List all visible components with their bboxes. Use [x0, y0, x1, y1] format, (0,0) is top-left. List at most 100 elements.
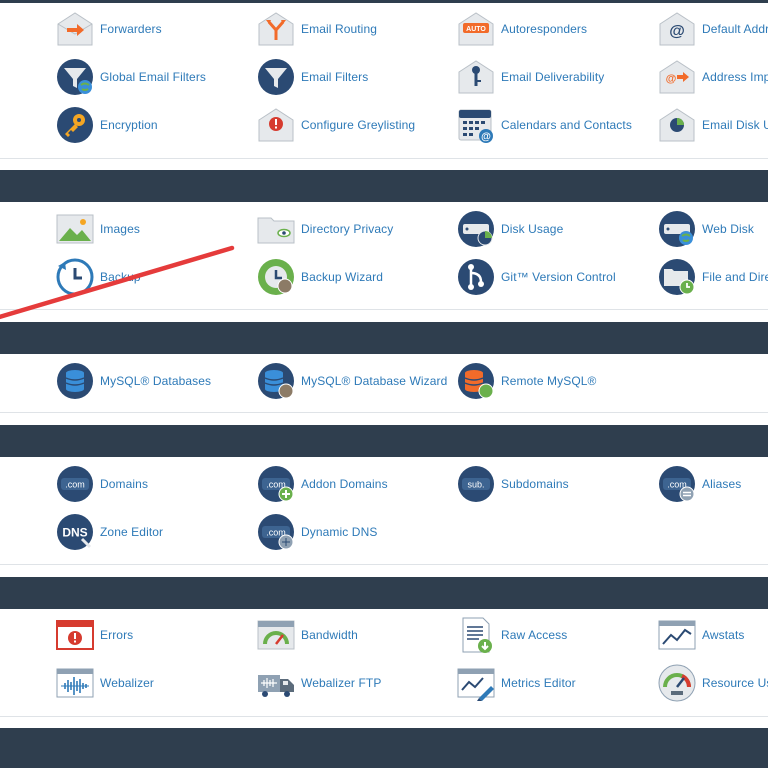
forwarders-label: Forwarders — [100, 22, 162, 36]
database-icon — [57, 363, 93, 399]
disk-usage-link[interactable]: Disk Usage — [457, 209, 563, 249]
errors-link[interactable]: Errors — [56, 615, 133, 655]
webalizer-link[interactable]: Webalizer — [56, 663, 154, 703]
remote-mysql-label: Remote MySQL® — [501, 374, 597, 388]
forwarders-link[interactable]: Forwarders — [56, 9, 162, 49]
disk-usage-icon — [458, 211, 494, 247]
address-importer-link[interactable]: @ Address Imp — [658, 57, 768, 97]
dns-icon: DNS — [57, 514, 93, 550]
section-header-domains[interactable] — [0, 425, 768, 457]
awstats-link[interactable]: Awstats — [658, 615, 745, 655]
errors-label: Errors — [100, 628, 134, 642]
resource-usage-icon — [658, 664, 696, 702]
mysql-databases-link[interactable]: MySQL® Databases — [56, 361, 211, 401]
autoresponders-link[interactable]: AUTO Autoresponders — [457, 9, 587, 49]
svg-text:@: @ — [481, 132, 491, 143]
image-icon — [56, 214, 94, 244]
dynamic-dns-link[interactable]: .com Dynamic DNS — [257, 512, 377, 552]
folder-eye-icon — [257, 217, 295, 244]
calendars-contacts-link[interactable]: @ Calendars and Contacts — [457, 105, 632, 145]
email-deliverability-label: Email Deliverability — [501, 70, 605, 84]
mysql-database-wizard-label: MySQL® Database Wizard — [301, 374, 448, 388]
default-address-link[interactable]: @ Default Addr — [658, 9, 768, 49]
file-directory-restoration-label: File and Dire — [702, 270, 768, 284]
domains-link[interactable]: .com Domains — [56, 464, 148, 504]
raw-access-icon — [462, 617, 492, 653]
bandwidth-label: Bandwidth — [301, 628, 358, 642]
subdomain-icon: sub. — [458, 466, 494, 502]
global-email-filters-link[interactable]: Global Email Filters — [56, 57, 206, 97]
addon-domains-link[interactable]: .com Addon Domains — [257, 464, 388, 504]
svg-text:@: @ — [666, 73, 677, 85]
domain-icon: .com — [57, 466, 93, 502]
mysql-database-wizard-link[interactable]: MySQL® Database Wizard — [257, 361, 447, 401]
backup-wizard-link[interactable]: Backup Wizard — [257, 257, 383, 297]
email-disk-usage-link[interactable]: Email Disk Us — [658, 105, 768, 145]
envelope-import-icon: @ — [659, 60, 695, 94]
email-routing-label: Email Routing — [301, 22, 378, 36]
domains-label: Domains — [100, 477, 149, 491]
autoresponders-label: Autoresponders — [501, 22, 588, 36]
envelope-key-icon — [458, 60, 494, 94]
encryption-link[interactable]: Encryption — [56, 105, 158, 145]
domain-badge: .com — [65, 480, 85, 490]
webalizer-ftp-link[interactable]: Webalizer FTP — [257, 663, 381, 703]
envelope-alert-icon — [258, 108, 294, 142]
remote-database-icon — [458, 363, 494, 399]
images-link[interactable]: Images — [56, 209, 140, 249]
encryption-label: Encryption — [100, 118, 158, 132]
zone-editor-link[interactable]: DNS Zone Editor — [56, 512, 163, 552]
git-version-control-link[interactable]: Git™ Version Control — [457, 257, 616, 297]
dns-badge: DNS — [62, 526, 87, 540]
addon-domains-label: Addon Domains — [301, 477, 388, 491]
bandwidth-link[interactable]: Bandwidth — [257, 615, 358, 655]
git-icon — [458, 259, 494, 295]
email-deliverability-link[interactable]: Email Deliverability — [457, 57, 604, 97]
email-filters-label: Email Filters — [301, 70, 369, 84]
envelope-routing-icon — [258, 12, 294, 46]
default-address-label: Default Addr — [702, 22, 768, 36]
raw-access-link[interactable]: Raw Access — [457, 615, 567, 655]
email-filters-link[interactable]: Email Filters — [257, 57, 368, 97]
subdomains-label: Subdomains — [501, 477, 569, 491]
backup-label: Backup — [100, 270, 141, 284]
directory-privacy-label: Directory Privacy — [301, 222, 394, 236]
aliases-label: Aliases — [702, 477, 742, 491]
database-wizard-icon — [258, 363, 294, 399]
global-filter-icon — [57, 59, 93, 95]
section-header-databases[interactable] — [0, 322, 768, 354]
file-directory-restoration-link[interactable]: File and Dire — [658, 257, 768, 297]
backup-icon — [56, 258, 94, 296]
envelope-auto-icon: AUTO — [458, 12, 494, 46]
mysql-databases-label: MySQL® Databases — [100, 374, 212, 388]
awstats-icon — [658, 620, 696, 650]
section-header-metrics[interactable] — [0, 577, 768, 609]
address-importer-label: Address Imp — [702, 70, 768, 84]
webalizer-label: Webalizer — [100, 676, 155, 690]
key-icon — [57, 107, 93, 143]
subdomains-link[interactable]: sub. Subdomains — [457, 464, 569, 504]
resource-usage-label: Resource Us — [702, 676, 768, 690]
web-disk-label: Web Disk — [702, 222, 754, 236]
metrics-editor-icon — [457, 668, 495, 701]
backup-link[interactable]: Backup — [56, 257, 141, 297]
web-disk-link[interactable]: Web Disk — [658, 209, 754, 249]
envelope-forward-icon — [57, 12, 93, 46]
remote-mysql-link[interactable]: Remote MySQL® — [457, 361, 597, 401]
awstats-label: Awstats — [702, 628, 745, 642]
resource-usage-link[interactable]: Resource Us — [658, 663, 768, 703]
directory-privacy-link[interactable]: Directory Privacy — [257, 209, 393, 249]
alias-icon: .com — [659, 466, 695, 502]
calendar-icon: @ — [458, 109, 493, 143]
section-header-security[interactable] — [0, 728, 768, 768]
configure-greylisting-label: Configure Greylisting — [301, 118, 416, 132]
raw-access-label: Raw Access — [501, 628, 568, 642]
section-header-files[interactable] — [0, 170, 768, 202]
metrics-editor-link[interactable]: Metrics Editor — [457, 663, 576, 703]
svg-text:AUTO: AUTO — [466, 26, 486, 33]
subdomain-badge: sub. — [467, 480, 484, 490]
configure-greylisting-link[interactable]: Configure Greylisting — [257, 105, 415, 145]
email-routing-link[interactable]: Email Routing — [257, 9, 377, 49]
aliases-link[interactable]: .com Aliases — [658, 464, 741, 504]
disk-usage-label: Disk Usage — [501, 222, 564, 236]
